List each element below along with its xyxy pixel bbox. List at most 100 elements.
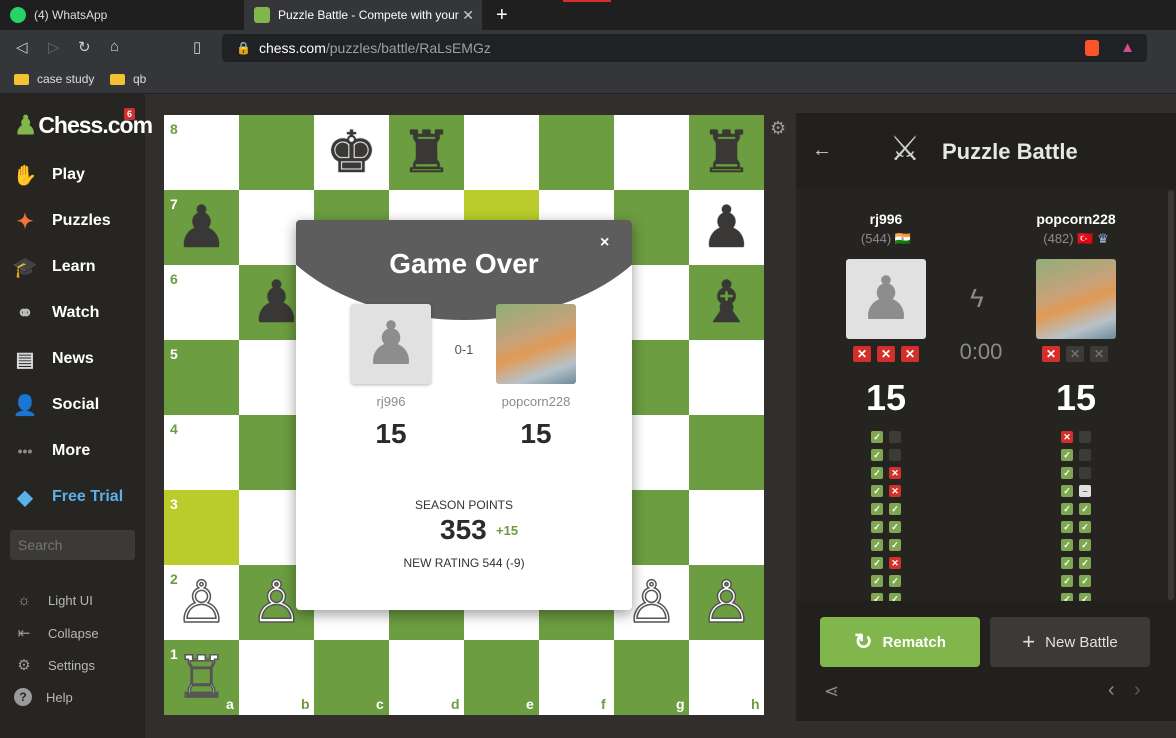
sidebar-item-social[interactable]: 👤 Social	[10, 392, 100, 418]
sidebar-item-label: Light UI	[48, 593, 93, 608]
result-ok-icon: ✓	[871, 521, 883, 533]
pawn-avatar-icon: ♟	[859, 265, 913, 332]
lightning-bolt-icon: ϟ	[970, 283, 984, 313]
square-h5[interactable]	[689, 340, 764, 415]
player2-avatar	[1036, 259, 1116, 339]
play-hand-icon: ✋	[12, 164, 38, 187]
rematch-icon: ↻	[854, 629, 873, 654]
player2-name[interactable]: popcorn228	[1016, 211, 1136, 227]
piece-a2[interactable]: ♙	[164, 565, 239, 640]
tab-label: Puzzle Battle - Compete with your	[278, 8, 459, 22]
player2-name[interactable]: popcorn228	[466, 394, 606, 409]
gear-icon: ⚙	[17, 657, 31, 674]
share-icon[interactable]: ⋖	[824, 681, 839, 702]
file-label: f	[601, 696, 606, 712]
result-empty-icon	[889, 431, 901, 443]
square-h3[interactable]	[689, 490, 764, 565]
address-bar[interactable]: 🔒 chess.com/puzzles/battle/RaLsEMGz ▲	[222, 34, 1147, 62]
piece-a1[interactable]: ♖	[164, 640, 239, 715]
result-bad-icon: ✕	[1061, 431, 1073, 443]
browser-tab-bar: (4) WhatsApp Puzzle Battle - Compete wit…	[0, 0, 1176, 30]
tab-whatsapp[interactable]: (4) WhatsApp	[0, 0, 240, 30]
close-icon[interactable]: ×	[600, 234, 609, 252]
square-e8[interactable]	[464, 115, 539, 190]
piece-c8[interactable]: ♚	[314, 115, 389, 190]
bookmark-case-study[interactable]: case study	[14, 72, 94, 86]
square-f8[interactable]	[539, 115, 614, 190]
strike-icon: ✕	[1042, 346, 1060, 362]
new-battle-label: New Battle	[1045, 633, 1118, 651]
file-label: d	[451, 696, 460, 712]
season-points-delta: +15	[496, 523, 519, 538]
tab-puzzle-battle[interactable]: Puzzle Battle - Compete with your ✕	[244, 0, 482, 30]
result-ok-icon: ✓	[1061, 467, 1073, 479]
player1-name[interactable]: rj996	[826, 211, 946, 227]
diamond-icon: ◆	[17, 486, 33, 509]
sidebar-light-ui[interactable]: ☼ Light UI	[14, 592, 93, 609]
puzzle-battle-panel: ← ⚔ Puzzle Battle rj996 popcorn228 (544)…	[796, 113, 1176, 721]
square-h4[interactable]	[689, 415, 764, 490]
close-tab-icon[interactable]: ✕	[462, 7, 474, 24]
result-ok-icon: ✓	[1079, 575, 1091, 587]
sidebar-help[interactable]: ? Help	[14, 688, 73, 706]
sidebar-item-play[interactable]: ✋ Play	[10, 162, 85, 188]
forward-icon[interactable]: ▷	[48, 38, 60, 56]
newspaper-icon: ▤	[15, 348, 35, 371]
piece-h2[interactable]: ♙	[689, 565, 764, 640]
more-dots-icon: •••	[17, 443, 33, 459]
sidebar-collapse[interactable]: ⇤ Collapse	[14, 624, 99, 642]
rank-label: 4	[170, 421, 178, 437]
sidebar-item-watch[interactable]: ⚭ Watch	[10, 300, 100, 326]
previous-arrow-icon[interactable]: ‹	[1108, 679, 1115, 702]
back-icon[interactable]: ◁	[16, 38, 28, 56]
result-ok-icon: ✓	[889, 503, 901, 515]
square-b8[interactable]	[239, 115, 314, 190]
player2-score: 15	[1055, 377, 1097, 418]
reload-icon[interactable]: ↻	[78, 38, 91, 56]
piece-h6[interactable]: ♝	[689, 265, 764, 340]
result-ok-icon: ✓	[1061, 575, 1073, 587]
board-settings-gear-icon[interactable]: ⚙	[770, 118, 786, 139]
player2-points: 15	[520, 418, 552, 449]
sidebar-item-free-trial[interactable]: ◆ Free Trial	[10, 484, 123, 510]
brave-shield-icon[interactable]	[1085, 40, 1099, 56]
back-arrow-icon[interactable]: ←	[812, 139, 832, 162]
square-g8[interactable]	[614, 115, 689, 190]
flag-icon: 🇮🇳	[894, 231, 912, 246]
piece-a7[interactable]: ♟	[164, 190, 239, 265]
player2-results: ✕✓✓✓–✓✓✓✓✓✓✓✓✓✓✓✓✓✓	[1061, 431, 1091, 601]
rank-label: 5	[170, 346, 178, 362]
rank-label: 6	[170, 271, 178, 287]
plus-icon: +	[1022, 629, 1036, 654]
sidebar-item-news[interactable]: ▤ News	[10, 346, 94, 372]
sidebar-item-puzzles[interactable]: ✦ Puzzles	[10, 208, 111, 234]
piece-d8[interactable]: ♜	[389, 115, 464, 190]
sidebar-item-label: Puzzles	[52, 212, 111, 229]
strike-icon: ✕	[1090, 346, 1108, 362]
puzzle-results-list[interactable]: ✓✓✓✕✓✕✓✓✓✓✓✓✓✕✓✓✓✓✓✓ ✕✓✓✓–✓✓✓✓✓✓✓✓✓✓✓✓✓✓	[796, 423, 1176, 601]
new-battle-button[interactable]: + New Battle	[990, 617, 1150, 667]
sidebar-item-learn[interactable]: 🎓 Learn	[10, 254, 96, 280]
panel-scrollbar[interactable]	[1168, 190, 1174, 600]
sidebar-item-more[interactable]: ••• More	[10, 438, 91, 464]
brave-rewards-icon[interactable]: ▲	[1120, 39, 1135, 56]
tab-label: (4) WhatsApp	[34, 8, 108, 22]
home-icon[interactable]: ⌂	[110, 38, 119, 55]
bookmarks-bar: case study qb	[0, 66, 1176, 94]
result-ok-icon: ✓	[1079, 593, 1091, 601]
search-input[interactable]	[10, 530, 135, 560]
piece-h8[interactable]: ♜	[689, 115, 764, 190]
player1-name[interactable]: rj996	[321, 394, 461, 409]
bookmark-qb[interactable]: qb	[110, 72, 146, 86]
result-empty-icon	[1079, 467, 1091, 479]
next-arrow-icon[interactable]: ›	[1134, 679, 1141, 702]
chess-com-logo[interactable]: ♟ Chess.com 6	[14, 108, 153, 141]
rematch-button[interactable]: ↻ Rematch	[820, 617, 980, 667]
bookmark-icon[interactable]: ▯	[193, 38, 201, 56]
help-icon: ?	[14, 688, 32, 706]
piece-h7[interactable]: ♟	[689, 190, 764, 265]
new-tab-button[interactable]: +	[496, 4, 508, 27]
sidebar-settings[interactable]: ⚙ Settings	[14, 656, 95, 674]
player1-avatar: ♟	[846, 259, 926, 339]
rating-value: (544)	[860, 231, 892, 246]
